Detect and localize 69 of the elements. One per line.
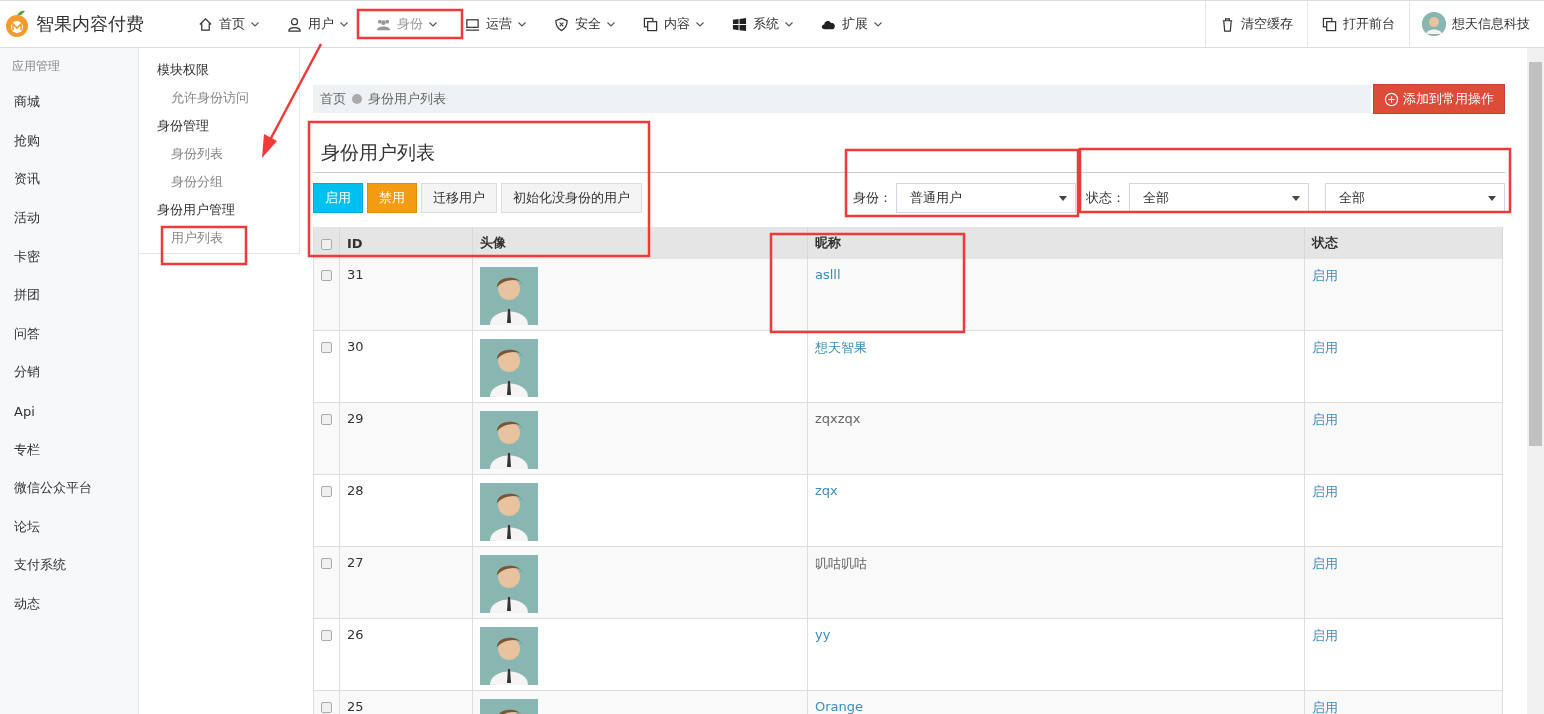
page-title: 身份用户列表 <box>313 120 1505 173</box>
nav-tab[interactable]: 安全 <box>540 1 629 47</box>
column-header: 昵称 <box>808 227 1305 259</box>
header-action[interactable]: 打开前台 <box>1307 1 1409 47</box>
submenu-item[interactable]: 允许身份访问 <box>139 86 299 114</box>
nav-tab[interactable]: 扩展 <box>807 1 896 47</box>
submenu-item[interactable]: 身份列表 <box>139 142 299 170</box>
sidebar-item[interactable]: 拼团 <box>0 275 138 315</box>
nickname-link[interactable]: aslll <box>815 267 841 282</box>
status-link[interactable]: 启用 <box>1312 628 1338 643</box>
nav-tab[interactable]: 系统 <box>718 1 807 47</box>
sidebar-item[interactable]: 论坛 <box>0 507 138 547</box>
filter-label: 状态： <box>1086 189 1125 207</box>
submenu-group-title: 身份管理 <box>156 117 210 135</box>
id-cell: 27 <box>347 555 364 570</box>
id-cell: 30 <box>347 339 364 354</box>
status-link[interactable]: 启用 <box>1312 268 1338 283</box>
account-name[interactable]: 想天信息科技 <box>1452 15 1530 33</box>
sidebar-heading: 应用管理 <box>11 58 61 75</box>
submenu-item[interactable]: 身份分组 <box>139 170 299 198</box>
submenu-group-title: 模块权限 <box>156 61 210 79</box>
nickname-cell: 叽咕叽咕 <box>815 556 867 571</box>
header-action[interactable]: 清空缓存 <box>1205 1 1307 47</box>
column-header: 状态 <box>1305 227 1503 259</box>
status-link[interactable]: 启用 <box>1312 556 1338 571</box>
status-link[interactable]: 启用 <box>1312 340 1338 355</box>
breadcrumb-item: 身份用户列表 <box>368 90 446 108</box>
filter-dropdown[interactable]: 普通用户 <box>896 183 1076 213</box>
sidebar-item[interactable]: 分销 <box>0 353 138 392</box>
filter-label: 身份： <box>853 189 892 207</box>
nickname-link[interactable]: Orange <box>815 699 864 714</box>
column-header: 头像 <box>473 227 808 259</box>
id-cell: 26 <box>347 627 364 642</box>
breadcrumb-item[interactable]: 首页 <box>320 90 346 108</box>
sidebar-item[interactable]: 卡密 <box>0 237 138 276</box>
nav-tab[interactable]: 内容 <box>629 1 718 47</box>
id-cell: 28 <box>347 483 364 498</box>
id-cell: 25 <box>347 699 364 714</box>
nickname-link[interactable]: yy <box>815 627 831 642</box>
id-cell: 29 <box>347 411 364 426</box>
sidebar-item[interactable]: 资讯 <box>0 160 138 199</box>
filter-dropdown[interactable]: 全部 <box>1129 183 1309 213</box>
sidebar-item[interactable]: 支付系统 <box>0 546 138 585</box>
sidebar-item[interactable]: 商城 <box>0 83 138 122</box>
submenu-group-title: 身份用户管理 <box>156 201 236 219</box>
sidebar-item[interactable]: 活动 <box>0 198 138 238</box>
status-link[interactable]: 启用 <box>1312 700 1338 714</box>
nav-tab[interactable]: 运营 <box>451 1 540 47</box>
sidebar-item[interactable]: 微信公众平台 <box>0 468 138 508</box>
sidebar-item[interactable]: 抢购 <box>0 121 138 161</box>
add-to-favorites-button[interactable]: 添加到常用操作 <box>1373 84 1505 114</box>
nickname-link[interactable]: 想天智果 <box>815 340 867 355</box>
id-cell: 31 <box>347 267 364 282</box>
status-link[interactable]: 启用 <box>1312 412 1338 427</box>
sidebar-item[interactable]: 问答 <box>0 314 138 354</box>
column-header: ID <box>340 227 473 259</box>
submenu-item[interactable]: 用户列表 <box>139 226 299 254</box>
nickname-cell: zqxzqx <box>815 411 861 426</box>
brand-name: 智果内容付费 <box>36 12 144 36</box>
sidebar-item[interactable]: 专栏 <box>0 430 138 469</box>
sidebar-item[interactable]: Api <box>0 391 138 431</box>
nickname-link[interactable]: zqx <box>815 483 838 498</box>
status-link[interactable]: 启用 <box>1312 484 1338 499</box>
action-button[interactable]: 初始化没身份的用户 <box>501 183 642 213</box>
action-button[interactable]: 迁移用户 <box>421 183 497 213</box>
nav-tab[interactable]: 首页 <box>184 1 273 47</box>
filter-dropdown[interactable]: 全部 <box>1325 183 1505 213</box>
nav-tab[interactable]: 用户 <box>273 1 362 47</box>
sidebar-item[interactable]: 动态 <box>0 584 138 624</box>
